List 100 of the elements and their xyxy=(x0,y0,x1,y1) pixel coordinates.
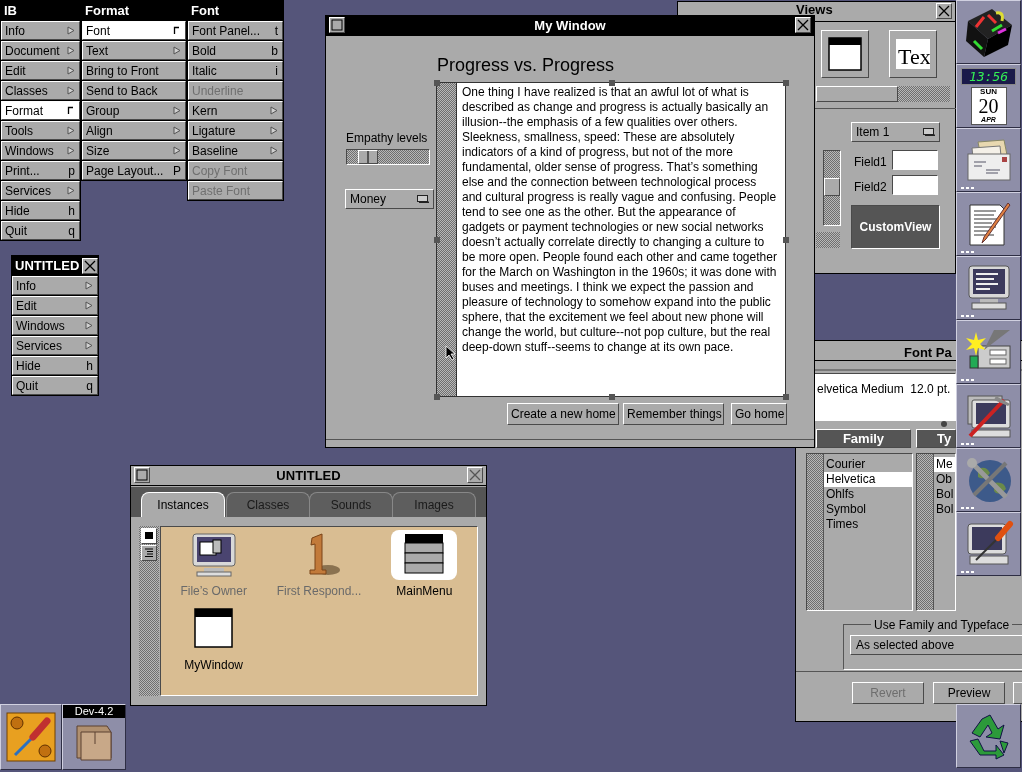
menu-item[interactable]: Kern xyxy=(188,101,283,120)
submenu-arrow-icon xyxy=(67,186,75,195)
dock-tile[interactable] xyxy=(956,320,1021,384)
menu-item[interactable]: Quit q xyxy=(1,221,80,240)
menu-item[interactable]: Document xyxy=(1,41,80,60)
popup-button[interactable]: Item 1 xyxy=(851,122,940,142)
slider-label: Empathy levels xyxy=(346,130,428,147)
object-label[interactable]: MyWindow xyxy=(184,656,243,674)
window-title: UNTITLED xyxy=(276,466,341,485)
window-icon xyxy=(828,37,862,71)
tab[interactable]: Instances xyxy=(141,492,225,517)
input-field[interactable] xyxy=(892,150,938,170)
miniaturize-button[interactable] xyxy=(134,467,150,483)
selection-handle[interactable] xyxy=(609,394,615,400)
slider-track[interactable] xyxy=(346,149,430,165)
menu-item[interactable]: Windows xyxy=(12,316,98,335)
shelf-tile[interactable]: Dev-4.2 xyxy=(62,704,126,770)
list-scroller[interactable] xyxy=(917,454,934,610)
menu-item[interactable]: Print... p xyxy=(1,161,80,180)
object-label[interactable]: MainMenu xyxy=(396,582,453,600)
field-label: Field1 xyxy=(854,154,887,171)
menu-item[interactable]: Font Panel... t xyxy=(188,21,283,40)
close-button[interactable] xyxy=(467,467,483,483)
window-palette-button[interactable] xyxy=(821,30,869,78)
text-view[interactable] xyxy=(436,82,786,397)
menu-item[interactable]: Baseline xyxy=(188,141,283,160)
submenu-arrow-icon xyxy=(67,146,75,155)
list-item[interactable]: Helvetica xyxy=(824,472,912,487)
dock-tile[interactable] xyxy=(956,256,1021,320)
dock-tile[interactable] xyxy=(956,448,1021,512)
window-title: Views xyxy=(796,3,833,16)
submenu-arrow-icon xyxy=(85,341,93,350)
dock-tile[interactable] xyxy=(956,128,1021,192)
menu-item[interactable]: Hide h xyxy=(12,356,98,375)
slider-knob[interactable] xyxy=(824,178,840,196)
close-button[interactable] xyxy=(82,257,98,274)
menu-item[interactable]: Page Layout... P xyxy=(82,161,186,180)
menu-item[interactable]: Edit xyxy=(1,61,80,80)
menu-item[interactable]: Ligature xyxy=(188,121,283,140)
selection-handle[interactable] xyxy=(783,394,789,400)
shelf-tile[interactable] xyxy=(0,704,62,770)
selection-handle[interactable] xyxy=(609,80,615,86)
panel-button[interactable]: Preview xyxy=(933,682,1005,704)
menu-item[interactable]: Bold b xyxy=(188,41,283,60)
menu-item[interactable]: Bring to Front xyxy=(82,61,186,80)
selection-handle[interactable] xyxy=(434,237,440,243)
menu-item[interactable]: Services xyxy=(1,181,80,200)
text-palette-button[interactable]: Tex xyxy=(889,30,937,78)
popup-button[interactable]: Money xyxy=(345,189,434,209)
slider-knob[interactable] xyxy=(358,150,378,164)
menu-item[interactable]: Hide h xyxy=(1,201,80,220)
menu-item[interactable]: Windows xyxy=(1,141,80,160)
menu-item[interactable]: Align xyxy=(82,121,186,140)
action-button[interactable]: Go home xyxy=(731,403,787,425)
popup-button[interactable]: As selected above xyxy=(850,635,1022,655)
icon-view-button[interactable] xyxy=(141,528,157,544)
action-button[interactable]: Remember things xyxy=(623,403,724,425)
menu-item[interactable]: Info xyxy=(12,276,98,295)
vertical-slider[interactable] xyxy=(823,150,841,226)
menu-item[interactable]: Classes xyxy=(1,81,80,100)
menu-item[interactable]: Group xyxy=(82,101,186,120)
menu-item[interactable]: Services xyxy=(12,336,98,355)
menu-item[interactable]: Edit xyxy=(12,296,98,315)
selection-handle[interactable] xyxy=(783,80,789,86)
menu-item[interactable]: Tools xyxy=(1,121,80,140)
submenu-arrow-icon xyxy=(85,321,93,330)
horizontal-scroller[interactable] xyxy=(816,86,950,102)
input-field[interactable] xyxy=(892,175,938,195)
menu-item[interactable]: Italic i xyxy=(188,61,283,80)
menu-item[interactable]: Format xyxy=(1,101,80,120)
calendar-day: 20 xyxy=(978,95,999,116)
menu-icon xyxy=(404,533,445,577)
dock-tile[interactable] xyxy=(956,384,1021,448)
menu-item[interactable]: Size xyxy=(82,141,186,160)
submenu-arrow-icon xyxy=(173,146,181,155)
selection-handle[interactable] xyxy=(783,237,789,243)
list-item[interactable]: Me xyxy=(934,457,955,472)
menu-item[interactable]: Send to Back xyxy=(82,81,186,100)
list-view-button[interactable] xyxy=(141,545,157,561)
menu-item[interactable]: Font xyxy=(82,21,186,40)
menu-item[interactable]: Quit q xyxy=(12,376,98,395)
dock-tile[interactable] xyxy=(956,512,1021,576)
list-icon xyxy=(144,548,154,558)
heading: Progress vs. Progress xyxy=(437,54,615,77)
list-scroller[interactable] xyxy=(807,454,824,610)
dock-tile[interactable] xyxy=(956,704,1021,768)
menu-item[interactable]: Info xyxy=(1,21,80,40)
miniaturize-button[interactable] xyxy=(329,17,345,33)
window-icon xyxy=(193,608,234,650)
menu-item[interactable]: Text xyxy=(82,41,186,60)
popup-indicator-icon xyxy=(417,195,429,203)
action-button[interactable]: Create a new home xyxy=(507,403,619,425)
text-scroller[interactable] xyxy=(437,83,457,396)
dock-tile[interactable] xyxy=(956,192,1021,256)
close-button[interactable] xyxy=(795,17,811,33)
close-button[interactable] xyxy=(936,3,952,19)
dock-tile[interactable] xyxy=(956,0,1021,64)
selection-handle[interactable] xyxy=(434,80,440,86)
calendar-weekday: SUN xyxy=(980,87,997,96)
selection-handle[interactable] xyxy=(434,394,440,400)
